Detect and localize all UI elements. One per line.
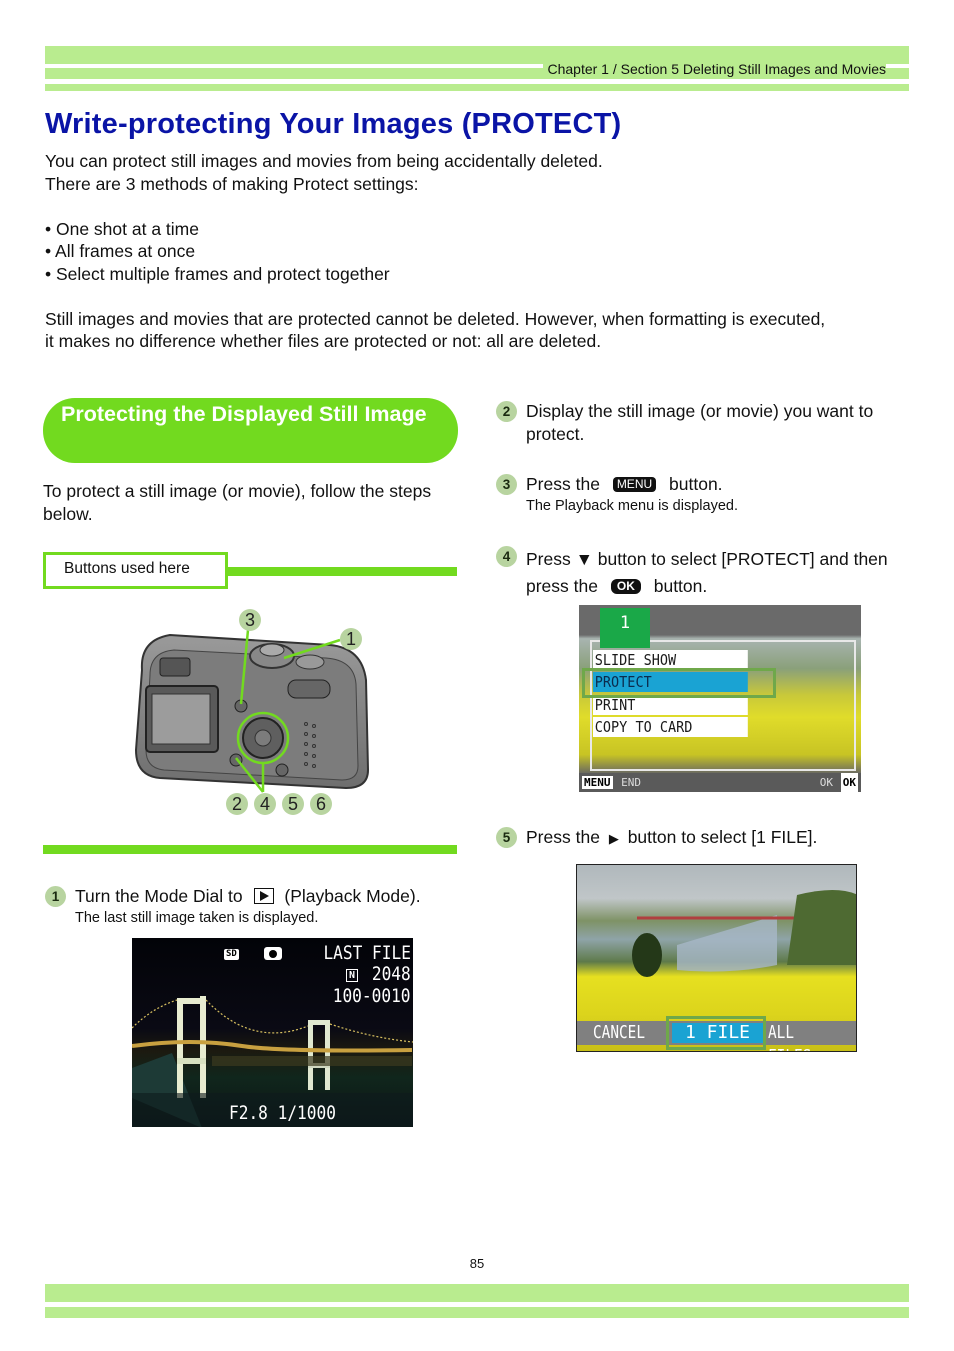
resolution-readout: 2048 xyxy=(372,963,411,985)
callout-3: 3 xyxy=(245,610,255,630)
menu-footer: MENU END OK OK xyxy=(579,773,861,792)
page-title: Write-protecting Your Images (PROTECT) xyxy=(45,108,622,140)
shutter-button xyxy=(295,654,325,670)
step-text: button. xyxy=(669,474,723,494)
step-subtext: The last still image taken is displayed. xyxy=(75,910,319,926)
screen-playback-menu: 1 SLIDE SHOW PROTECT PRINT COPY TO CARD … xyxy=(579,605,861,792)
buttons-used-rule xyxy=(225,567,457,576)
intro-line: You can protect still images and movies … xyxy=(45,151,603,171)
step-5: 5 Press the ▶ button to select [1 FILE]. xyxy=(496,826,916,850)
section-divider xyxy=(43,845,457,854)
camera-icon xyxy=(264,947,282,960)
section-heading: Protecting the Displayed Still Image xyxy=(43,398,458,463)
ok-label: OK xyxy=(819,776,833,789)
screen-protect-options: CANCEL 1 FILE ALL FILES xyxy=(576,864,857,1052)
page-number: 85 xyxy=(469,1256,485,1271)
menu-item[interactable]: SLIDE SHOW xyxy=(593,650,748,670)
step-number: 1 xyxy=(45,886,66,907)
menu-key-label: MENU xyxy=(582,776,613,789)
step-3: 3 Press the MENU button. The Playback me… xyxy=(496,473,916,516)
sd-card-icon: SD xyxy=(224,949,239,960)
intro-line: There are 3 methods of making Protect se… xyxy=(45,173,419,194)
menu-item[interactable]: COPY TO CARD xyxy=(593,717,748,737)
method-item: • All frames at once xyxy=(45,241,196,261)
footer-band-top xyxy=(45,1284,909,1302)
chapter-breadcrumb: Chapter 1 / Section 5 Deleting Still Ima… xyxy=(543,61,886,77)
selection-highlight xyxy=(582,668,776,698)
option-all-files[interactable]: ALL FILES xyxy=(768,1021,838,1051)
right-arrow-icon: ▶ xyxy=(608,831,619,846)
step-number: 5 xyxy=(496,827,517,848)
menu-item[interactable]: PRINT xyxy=(593,695,748,715)
step-text: button. xyxy=(653,576,708,596)
camera-illustration: 3 1 2 4 5 6 xyxy=(134,609,370,815)
buttons-used-label: Buttons used here xyxy=(43,552,228,589)
step-text: Press the xyxy=(526,827,600,847)
step-number: 2 xyxy=(496,401,517,422)
method-item: • Select multiple frames and protect tog… xyxy=(45,263,390,284)
step-subtext: The Playback menu is displayed. xyxy=(526,498,738,514)
step-2: 2 Display the still image (or movie) you… xyxy=(496,400,916,446)
camera-viewfinder xyxy=(159,657,191,677)
step-4: 4 Press ▼ button to select [PROTECT] and… xyxy=(496,546,916,600)
note-line: Still images and movies that are protect… xyxy=(45,308,826,329)
selection-highlight xyxy=(666,1016,766,1050)
option-cancel[interactable]: CANCEL xyxy=(593,1021,645,1045)
header-band-bottom xyxy=(45,84,909,91)
exposure-readout: F2.8 1/1000 xyxy=(229,1102,336,1124)
menu-key-icon: MENU xyxy=(612,477,657,492)
bridge-photo xyxy=(132,996,413,1127)
intro-text: You can protect still images and movies … xyxy=(45,150,915,353)
end-label: END xyxy=(621,776,641,789)
step-text: Display the still image (or movie) you w… xyxy=(526,401,874,444)
ok-key-icon: OK xyxy=(610,579,641,594)
callout-1: 1 xyxy=(346,629,356,649)
note-line: it makes no difference whether files are… xyxy=(45,331,602,351)
callout-6: 6 xyxy=(316,794,326,814)
last-file-label: LAST FILE xyxy=(323,942,411,964)
section-lead: To protect a still image (or movie), fol… xyxy=(43,481,432,524)
step-number: 3 xyxy=(496,474,517,495)
step-text: button to select [1 FILE]. xyxy=(627,827,818,847)
step-text: (Playback Mode). xyxy=(284,886,421,906)
zoom-lever xyxy=(287,679,331,699)
menu-tab: 1 xyxy=(600,608,650,648)
step-text: Press the xyxy=(526,474,600,494)
method-item: • One shot at a time xyxy=(45,218,199,239)
ok-key-label: OK xyxy=(840,773,858,792)
step-1: 1 Turn the Mode Dial to (Playback Mode).… xyxy=(45,885,465,928)
quality-icon: N xyxy=(345,969,358,982)
step-text: Turn the Mode Dial to xyxy=(75,886,243,906)
step-number: 4 xyxy=(496,546,517,567)
callout-5: 5 xyxy=(288,794,298,814)
callout-2: 2 xyxy=(232,794,242,814)
footer-band-bottom xyxy=(45,1307,909,1318)
playback-icon xyxy=(253,888,274,904)
file-number: 100-0010 xyxy=(333,985,411,1007)
screen-playback-last-file: SD LAST FILE N 2048 100-0010 F2.8 1/1000 xyxy=(132,938,413,1127)
callout-4: 4 xyxy=(260,794,270,814)
